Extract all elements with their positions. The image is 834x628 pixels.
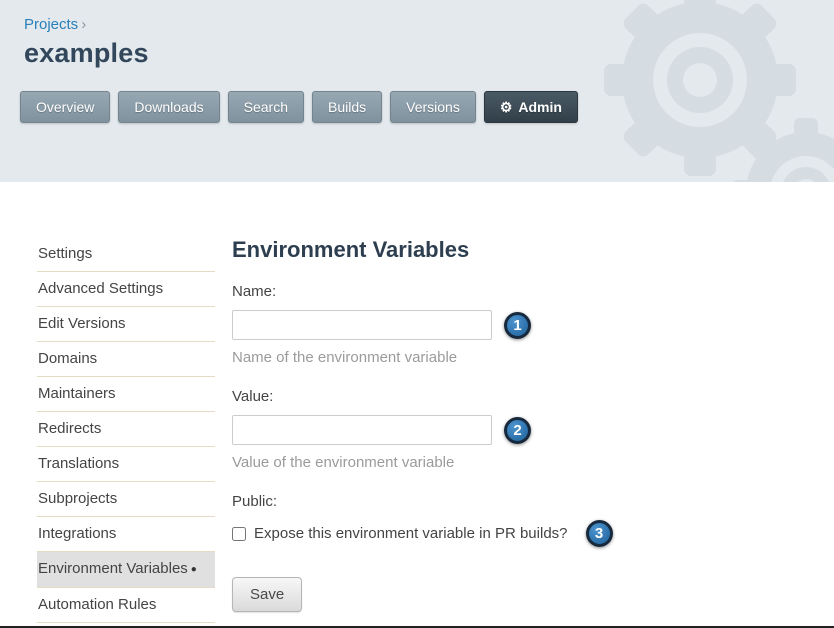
name-input[interactable]: [232, 310, 492, 340]
sidebar-item-translations[interactable]: Translations: [37, 447, 215, 482]
nav-builds-button[interactable]: Builds: [312, 91, 382, 123]
project-nav: Overview Downloads Search Builds Version…: [20, 91, 834, 123]
public-checkbox-label: Expose this environment variable in PR b…: [254, 525, 568, 542]
sidebar-item-domains[interactable]: Domains: [37, 342, 215, 377]
public-field-label: Public:: [232, 493, 832, 510]
gear-icon: ⚙: [500, 100, 513, 114]
value-input[interactable]: [232, 415, 492, 445]
sidebar-item-edit-versions[interactable]: Edit Versions: [37, 307, 215, 342]
sidebar-item-label: Environment Variables: [38, 560, 188, 577]
sidebar-item-environment-variables[interactable]: Environment Variables●: [37, 552, 215, 588]
breadcrumb-separator: ›: [81, 16, 86, 33]
nav-overview-button[interactable]: Overview: [20, 91, 110, 123]
project-title: examples: [24, 38, 834, 69]
admin-content: Settings Advanced Settings Edit Versions…: [0, 182, 834, 628]
breadcrumb-projects-link[interactable]: Projects: [24, 16, 78, 33]
name-field-label: Name:: [232, 283, 832, 300]
environment-variables-panel: Environment Variables Name: 1 Name of th…: [232, 237, 832, 628]
annotation-badge-2: 2: [504, 417, 531, 444]
value-field-label: Value:: [232, 388, 832, 405]
sidebar-item-automation-rules[interactable]: Automation Rules: [37, 588, 215, 623]
page-title: Environment Variables: [232, 237, 832, 263]
value-help-text: Value of the environment variable: [232, 454, 832, 471]
admin-sidebar: Settings Advanced Settings Edit Versions…: [37, 237, 215, 628]
nav-versions-button[interactable]: Versions: [390, 91, 476, 123]
annotation-badge-3: 3: [586, 520, 613, 547]
sidebar-item-redirects[interactable]: Redirects: [37, 412, 215, 447]
project-header: Projects› examples Overview Downloads Se…: [0, 0, 834, 182]
sidebar-item-advanced-settings[interactable]: Advanced Settings: [37, 272, 215, 307]
save-button[interactable]: Save: [232, 577, 302, 612]
active-item-marker: ●: [191, 564, 197, 575]
sidebar-item-maintainers[interactable]: Maintainers: [37, 377, 215, 412]
sidebar-item-webhooks[interactable]: Webhooks: [37, 623, 215, 628]
nav-admin-button[interactable]: ⚙ Admin: [484, 91, 578, 123]
public-checkbox[interactable]: [232, 527, 246, 541]
annotation-badge-1: 1: [504, 312, 531, 339]
name-help-text: Name of the environment variable: [232, 349, 832, 366]
breadcrumb: Projects›: [24, 16, 834, 33]
sidebar-item-subprojects[interactable]: Subprojects: [37, 482, 215, 517]
nav-search-button[interactable]: Search: [228, 91, 304, 123]
sidebar-item-settings[interactable]: Settings: [37, 237, 215, 272]
sidebar-item-integrations[interactable]: Integrations: [37, 517, 215, 552]
nav-admin-label: Admin: [518, 99, 562, 115]
page: Projects› examples Overview Downloads Se…: [0, 0, 834, 628]
nav-downloads-button[interactable]: Downloads: [118, 91, 219, 123]
